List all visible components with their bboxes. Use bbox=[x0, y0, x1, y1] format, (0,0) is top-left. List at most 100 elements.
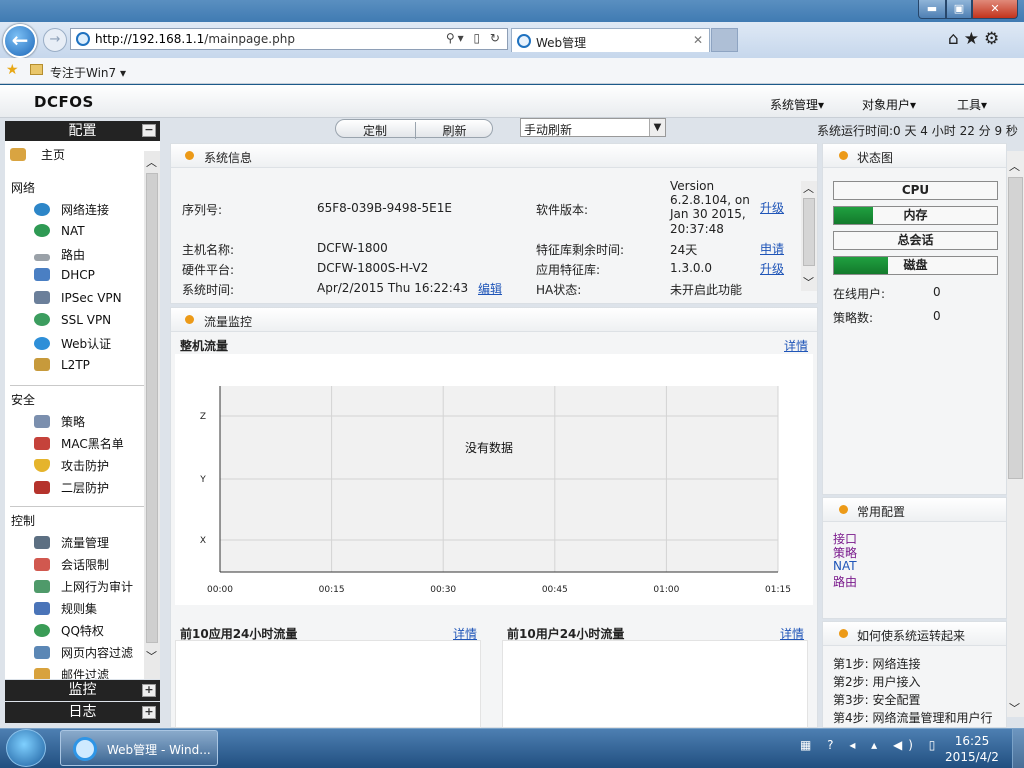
refresh-button[interactable]: 刷新 bbox=[415, 122, 493, 139]
panel-system-info: 系统信息 序列号: 65F8-039B-9498-5E1E 主机名称: DCFW… bbox=[170, 143, 818, 304]
dhcp-icon bbox=[34, 268, 50, 281]
version-line-3: Jan 30 2015, bbox=[670, 207, 746, 221]
upgrade-signature-link[interactable]: 升级 bbox=[760, 260, 784, 277]
sidebar-header-log[interactable]: 日志 + bbox=[5, 702, 160, 723]
sidebar-item-traffic-mgmt[interactable]: 流量管理 bbox=[34, 534, 109, 551]
clock[interactable]: 16:25 2015/4/2 bbox=[940, 733, 1004, 765]
upgrade-software-link[interactable]: 升级 bbox=[760, 199, 784, 216]
page-scroll-thumb[interactable] bbox=[1008, 177, 1023, 479]
sidebar-item-policy[interactable]: 策略 bbox=[34, 413, 85, 430]
link-nat[interactable]: NAT bbox=[833, 559, 857, 573]
divider bbox=[10, 385, 149, 386]
sidebar-label: 上网行为审计 bbox=[61, 580, 134, 594]
address-url[interactable]: http://192.168.1.1/mainpage.php bbox=[95, 32, 295, 46]
system-tray-icons[interactable]: ▦ ? ◂ ▴ ◀) ▯ bbox=[800, 738, 941, 752]
sidebar-label: MAC黑名单 bbox=[61, 437, 124, 451]
app-header: DCFOS 系统管理▾ 对象用户▾ 工具▾ bbox=[0, 85, 1024, 118]
sidebar-item-mail-filter[interactable]: 邮件过滤 bbox=[34, 666, 109, 679]
chevron-down-icon[interactable]: ▼ bbox=[649, 119, 665, 136]
edit-time-link[interactable]: 编辑 bbox=[478, 280, 502, 297]
sidebar-item-behavior-audit[interactable]: 上网行为审计 bbox=[34, 578, 133, 595]
custom-button[interactable]: 定制 bbox=[336, 122, 414, 139]
bullet-icon bbox=[839, 505, 848, 514]
refresh-mode-value: 手动刷新 bbox=[524, 123, 573, 137]
sidebar-header-monitor[interactable]: 监控 + bbox=[5, 680, 160, 701]
sidebar-label: 网页内容过滤 bbox=[61, 646, 134, 660]
panel-howto: 如何使系统运转起来 第1步: 网络连接 第2步: 用户接入 第3步: 安全配置 … bbox=[822, 621, 1007, 728]
show-desktop-button[interactable] bbox=[1012, 729, 1024, 768]
sidebar-scroll-thumb[interactable] bbox=[146, 173, 158, 643]
menu-system[interactable]: 系统管理▾ bbox=[770, 96, 824, 113]
panel-status: 状态图 CPU 内存 总会话 磁盘 在线用户: 0 策略数: 0 bbox=[822, 143, 1007, 495]
divider bbox=[10, 506, 149, 507]
tab-close-icon[interactable]: ✕ bbox=[693, 33, 703, 47]
howto-step-2: 第2步: 用户接入 bbox=[833, 675, 921, 689]
top-users-chart-area bbox=[502, 640, 808, 728]
sidebar-item-ruleset[interactable]: 规则集 bbox=[34, 600, 97, 617]
scroll-down-icon[interactable]: ﹀ bbox=[146, 648, 157, 664]
y-tick-label: Z bbox=[200, 412, 206, 422]
home-favorites-settings-icons[interactable]: ⌂★⚙ bbox=[948, 29, 1004, 49]
scroll-up-icon[interactable]: ︿ bbox=[803, 180, 814, 196]
sidebar-item-ssl-vpn[interactable]: SSL VPN bbox=[34, 313, 111, 327]
online-users-value: 0 bbox=[933, 285, 941, 299]
sidebar-item-l2tp[interactable]: L2TP bbox=[34, 358, 90, 372]
maximize-button[interactable]: ▣ bbox=[946, 0, 972, 19]
expand-icon[interactable]: + bbox=[142, 684, 156, 697]
online-users-label: 在线用户: bbox=[833, 287, 886, 301]
scroll-down-icon[interactable]: ﹀ bbox=[1009, 700, 1020, 716]
whole-flow-detail-link[interactable]: 详情 bbox=[784, 337, 808, 354]
scroll-up-icon[interactable]: ︿ bbox=[1009, 158, 1020, 174]
minimize-button[interactable]: ▬ bbox=[918, 0, 946, 19]
sidebar-item-home[interactable]: 主页 bbox=[10, 146, 65, 163]
forward-button[interactable]: → bbox=[43, 28, 67, 52]
chart-svg: 00:00 00:15 00:30 00:45 01:00 01:15 X Y Z 没有数据 bbox=[199, 386, 791, 595]
collapse-icon[interactable]: − bbox=[142, 124, 156, 137]
menu-tools[interactable]: 工具▾ bbox=[957, 96, 987, 113]
new-tab-button[interactable] bbox=[711, 28, 738, 52]
bullet-icon bbox=[185, 315, 194, 324]
expand-icon[interactable]: + bbox=[142, 706, 156, 719]
favorites-star-icon[interactable]: ★ bbox=[6, 62, 19, 78]
log-title: 日志 bbox=[68, 704, 97, 720]
sidebar-item-l2-defense[interactable]: 二层防护 bbox=[34, 479, 109, 496]
panel-header: 如何使系统运转起来 bbox=[823, 622, 1006, 646]
refresh-mode-select[interactable]: 手动刷新 ▼ bbox=[520, 118, 666, 137]
policy-count-value: 0 bbox=[933, 309, 941, 323]
sidebar-item-mac-blacklist[interactable]: MAC黑名单 bbox=[34, 435, 124, 452]
sidebar-item-web-filter[interactable]: 网页内容过滤 bbox=[34, 644, 133, 661]
sidebar-item-attack-defense[interactable]: 攻击防护 bbox=[34, 457, 109, 474]
scroll-up-icon[interactable]: ︿ bbox=[146, 154, 157, 170]
apply-license-link[interactable]: 申请 bbox=[760, 240, 784, 257]
start-button[interactable] bbox=[6, 729, 46, 767]
link-route[interactable]: 路由 bbox=[833, 573, 857, 590]
sidebar-header-config[interactable]: 配置 − bbox=[5, 121, 160, 141]
sidebar-item-session-limit[interactable]: 会话限制 bbox=[34, 556, 109, 573]
memory-gauge: 内存 bbox=[833, 206, 998, 225]
sidebar-item-ipsec-vpn[interactable]: IPSec VPN bbox=[34, 291, 122, 305]
sidebar-item-dhcp[interactable]: DHCP bbox=[34, 268, 95, 282]
back-button[interactable]: ← bbox=[3, 24, 37, 58]
platform-value: DCFW-1800S-H-V2 bbox=[317, 261, 429, 275]
sidebar-item-network-connection[interactable]: 网络连接 bbox=[34, 201, 109, 218]
sysinfo-scroll-thumb[interactable] bbox=[803, 198, 815, 266]
sidebar-item-route[interactable]: 路由 bbox=[34, 246, 85, 263]
scroll-down-icon[interactable]: ﹀ bbox=[803, 274, 814, 290]
sidebar-item-nat[interactable]: NAT bbox=[34, 224, 85, 238]
uptime-text: 系统运行时间:0 天 4 小时 22 分 9 秒 bbox=[817, 124, 1018, 138]
sidebar-item-web-auth[interactable]: Web认证 bbox=[34, 335, 111, 352]
address-tools-icon[interactable]: ⚲▾ ▯ ↻ bbox=[446, 31, 503, 45]
browser-tab[interactable]: Web管理 ✕ bbox=[511, 28, 710, 52]
sidebar-title: 配置 bbox=[68, 123, 97, 139]
ie-tab-icon bbox=[517, 34, 531, 48]
taskbar-ie-item[interactable]: Web管理 - Wind... bbox=[60, 730, 218, 766]
favorite-item[interactable]: 专注于Win7 ▾ bbox=[50, 64, 126, 81]
sidebar-item-qq-privilege[interactable]: QQ特权 bbox=[34, 622, 104, 639]
close-button[interactable]: ✕ bbox=[972, 0, 1018, 19]
address-bar[interactable]: http://192.168.1.1/mainpage.php ⚲▾ ▯ ↻ bbox=[70, 28, 508, 50]
menu-objects[interactable]: 对象用户▾ bbox=[862, 96, 916, 113]
session-gauge: 总会话 bbox=[833, 231, 998, 250]
sidebar-label: Web认证 bbox=[61, 337, 112, 351]
y-tick-label: Y bbox=[199, 475, 206, 485]
version-line-1: Version bbox=[670, 179, 715, 193]
